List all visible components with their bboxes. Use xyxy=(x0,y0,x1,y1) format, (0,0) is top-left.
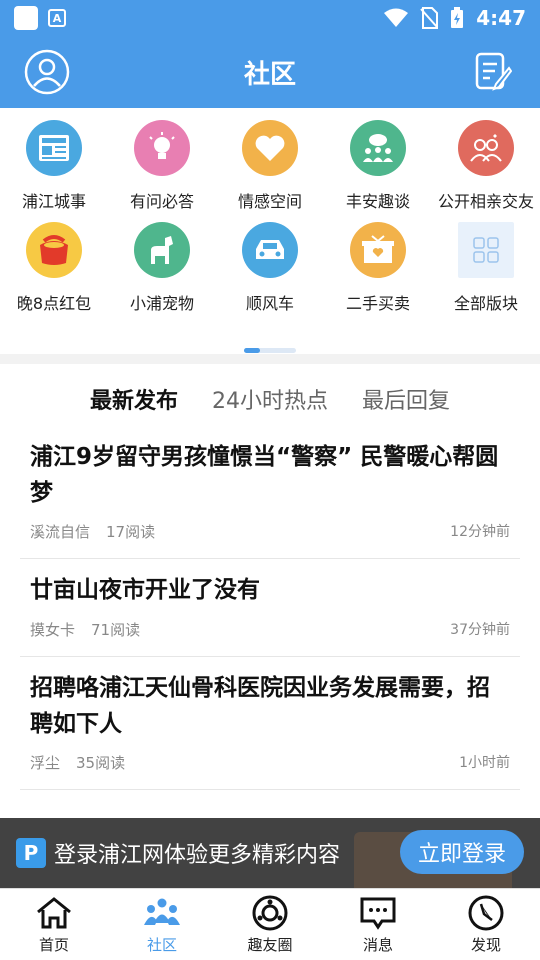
nav-label: 趣友圈 xyxy=(247,936,293,954)
new-post-button[interactable] xyxy=(470,49,516,95)
post-reads: 17阅读 xyxy=(106,523,156,542)
red-envelope-icon xyxy=(26,222,82,278)
notification-app-icon xyxy=(14,6,38,30)
post-item[interactable]: 招聘咯浦江天仙骨科医院因业务发展需要，招聘如下人 浮尘 35阅读 1小时前 xyxy=(20,657,520,791)
tab-last-reply[interactable]: 最后回复 xyxy=(362,383,450,415)
heart-icon xyxy=(242,120,298,176)
category-dating[interactable]: 公开相亲交友 xyxy=(432,120,540,222)
nav-label: 社区 xyxy=(146,936,177,954)
tab-latest[interactable]: 最新发布 xyxy=(89,383,179,419)
pujiang-logo-icon: P xyxy=(16,838,46,868)
post-author: 浮尘 xyxy=(30,754,61,773)
nav-discover[interactable]: 发现 xyxy=(432,889,540,960)
login-now-button[interactable]: 立即登录 xyxy=(399,830,524,874)
nav-label: 消息 xyxy=(362,936,393,954)
category-grid-section: 浦江城事 有问必答 情感空间 丰安趣谈 公开相亲交友 晚8点红包 小浦宠物 顺风… xyxy=(0,108,540,354)
category-label: 有问必答 xyxy=(129,192,194,211)
post-time: 37分钟前 xyxy=(450,621,510,638)
dog-icon xyxy=(134,222,190,278)
category-qa[interactable]: 有问必答 xyxy=(108,120,216,222)
post-time: 1小时前 xyxy=(459,755,510,772)
post-item[interactable]: 浦江9岁留守男孩憧憬当“警察” 民警暖心帮圆梦 溪流自信 17阅读 12分钟前 xyxy=(20,426,520,560)
profile-button[interactable] xyxy=(24,49,70,95)
post-title: 招聘咯浦江天仙骨科医院因业务发展需要，招聘如下人 xyxy=(30,674,490,737)
news-icon xyxy=(26,120,82,176)
category-all-sections[interactable]: 全部版块 xyxy=(432,222,540,324)
category-label: 小浦宠物 xyxy=(129,294,194,313)
category-second-hand[interactable]: 二手买卖 xyxy=(324,222,432,324)
bottom-navigation: 首页 社区 趣友圈 消息 发现 xyxy=(0,888,540,960)
status-bar: A 4:47 xyxy=(0,0,540,36)
top-bar: A 4:47 社区 xyxy=(0,0,540,108)
edit-note-icon xyxy=(475,52,512,91)
category-emotion[interactable]: 情感空间 xyxy=(216,120,324,222)
nav-label: 发现 xyxy=(470,936,501,954)
category-label: 浦江城事 xyxy=(21,192,86,211)
post-reads: 35阅读 xyxy=(76,754,126,773)
post-meta: 摸女卡 71阅读 37分钟前 xyxy=(30,619,510,640)
nav-friend-circle[interactable]: 趣友圈 xyxy=(216,889,324,960)
wifi-icon xyxy=(384,8,409,27)
category-label: 晚8点红包 xyxy=(16,294,92,313)
category-carpool[interactable]: 顺风车 xyxy=(216,222,324,324)
post-reads: 71阅读 xyxy=(91,620,141,639)
tab-24h-hot[interactable]: 24小时热点 xyxy=(212,383,328,415)
nav-community[interactable]: 社区 xyxy=(108,889,216,960)
chat-people-icon xyxy=(350,120,406,176)
battery-charging-icon xyxy=(451,7,464,28)
couple-icon xyxy=(458,120,514,176)
category-pujiang-city[interactable]: 浦江城事 xyxy=(0,120,108,222)
feed-tabs: 最新发布 24小时热点 最后回复 xyxy=(0,364,540,426)
category-label: 顺风车 xyxy=(245,294,294,313)
category-pets[interactable]: 小浦宠物 xyxy=(108,222,216,324)
home-icon xyxy=(35,894,73,932)
post-meta: 浮尘 35阅读 1小时前 xyxy=(30,752,510,773)
nav-home[interactable]: 首页 xyxy=(0,889,108,960)
compass-icon xyxy=(467,894,505,932)
post-time: 12分钟前 xyxy=(450,524,510,541)
category-red-envelope[interactable]: 晚8点红包 xyxy=(0,222,108,324)
post-author: 摸女卡 xyxy=(30,620,76,639)
login-prompt-text: 登录浦江网体验更多精彩内容 xyxy=(54,843,341,868)
page-title: 社区 xyxy=(243,59,296,90)
nav-label: 首页 xyxy=(38,936,69,954)
app-header: 社区 xyxy=(0,36,540,108)
nav-messages[interactable]: 消息 xyxy=(324,889,432,960)
post-item[interactable]: 廿亩山夜市开业了没有 摸女卡 71阅读 37分钟前 xyxy=(20,559,520,657)
category-label: 二手买卖 xyxy=(345,294,410,313)
post-title: 廿亩山夜市开业了没有 xyxy=(30,577,260,604)
circle-friends-icon xyxy=(251,894,289,932)
category-label: 公开相亲交友 xyxy=(437,192,534,211)
login-banner[interactable]: P 登录浦江网体验更多精彩内容 立即登录 xyxy=(0,818,540,888)
post-author: 溪流自信 xyxy=(30,523,91,542)
user-avatar-icon xyxy=(24,49,70,95)
category-label: 丰安趣谈 xyxy=(345,192,410,211)
category-label: 全部版块 xyxy=(453,294,518,313)
message-icon xyxy=(359,894,397,932)
category-fengan-talk[interactable]: 丰安趣谈 xyxy=(324,120,432,222)
page-indicator-active xyxy=(244,348,260,353)
grid-icon xyxy=(458,222,514,278)
lightbulb-icon xyxy=(134,120,190,176)
clock-time: 4:47 xyxy=(476,6,526,30)
keyboard-notification-icon: A xyxy=(48,9,66,27)
gift-box-icon xyxy=(350,222,406,278)
category-label: 情感空间 xyxy=(237,192,302,211)
no-sim-icon xyxy=(420,7,439,29)
category-grid: 浦江城事 有问必答 情感空间 丰安趣谈 公开相亲交友 晚8点红包 小浦宠物 顺风… xyxy=(0,120,540,324)
post-meta: 溪流自信 17阅读 12分钟前 xyxy=(30,521,510,542)
post-title: 浦江9岁留守男孩憧憬当“警察” 民警暖心帮圆梦 xyxy=(30,444,499,506)
car-icon xyxy=(242,222,298,278)
community-icon xyxy=(143,894,181,932)
app-screen: A 4:47 社区 浦江城事 有问必答 情感空间 丰安趣谈 公开相亲交友 晚8点… xyxy=(0,0,540,960)
page-indicator xyxy=(244,348,296,353)
